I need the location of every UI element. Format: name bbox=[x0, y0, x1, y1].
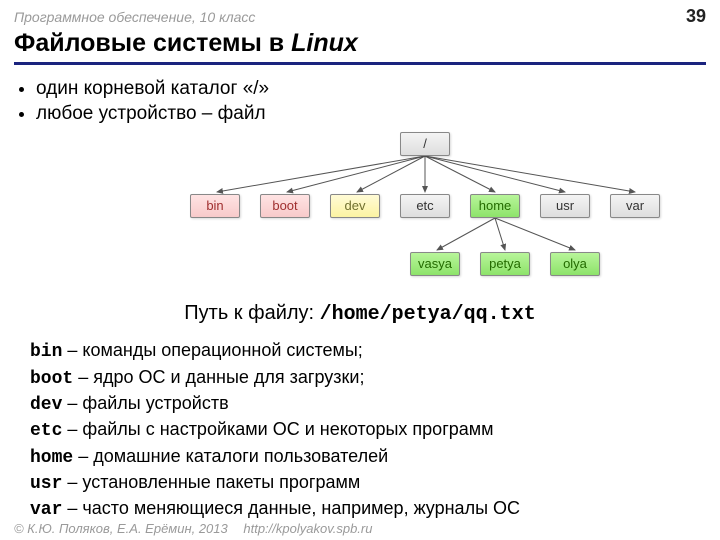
footer-url: http://kpolyakov.spb.ru bbox=[243, 521, 372, 536]
page-number: 39 bbox=[686, 6, 706, 27]
title-underline bbox=[14, 62, 706, 65]
footer: © К.Ю. Поляков, Е.А. Ерёмин, 2013 http:/… bbox=[14, 521, 372, 536]
file-path-line: Путь к файлу: /home/petya/qq.txt bbox=[0, 296, 720, 336]
tree-node: var bbox=[610, 194, 660, 218]
definition-row: dev – файлы устройств bbox=[30, 391, 720, 417]
tree-diagram: / binbootdevetchomeusrvar vasya petya olya bbox=[0, 126, 720, 296]
tree-node: dev bbox=[330, 194, 380, 218]
def-value: – домашние каталоги пользователей bbox=[73, 446, 388, 466]
tree-node: petya bbox=[480, 252, 530, 276]
def-value: – часто меняющиеся данные, например, жур… bbox=[62, 498, 520, 518]
definitions: bin – команды операционной системы;boot … bbox=[0, 336, 720, 522]
title-italic: Linux bbox=[291, 29, 358, 57]
definition-row: usr – установленные пакеты программ bbox=[30, 470, 720, 496]
tree-node: vasya bbox=[410, 252, 460, 276]
def-key: etc bbox=[30, 421, 62, 441]
tree-node: / bbox=[400, 132, 450, 156]
tree-node: olya bbox=[550, 252, 600, 276]
def-key: boot bbox=[30, 369, 73, 389]
definition-row: etc – файлы с настройками ОС и некоторых… bbox=[30, 417, 720, 443]
def-value: – файлы устройств bbox=[62, 393, 228, 413]
def-key: var bbox=[30, 500, 62, 520]
tree-node: boot bbox=[260, 194, 310, 218]
page-title: Файловые системы в Linux bbox=[0, 29, 720, 62]
def-value: – файлы с настройками ОС и некоторых про… bbox=[62, 419, 493, 439]
definition-row: var – часто меняющиеся данные, например,… bbox=[30, 496, 720, 522]
def-key: dev bbox=[30, 395, 62, 415]
definition-row: bin – команды операционной системы; bbox=[30, 338, 720, 364]
title-prefix: Файловые системы в bbox=[14, 29, 291, 57]
def-value: – установленные пакеты программ bbox=[62, 472, 360, 492]
copyright: © К.Ю. Поляков, Е.А. Ерёмин, 2013 bbox=[14, 521, 228, 536]
tree-node: bin bbox=[190, 194, 240, 218]
def-value: – ядро ОС и данные для загрузки; bbox=[73, 367, 364, 387]
path-value: /home/petya/qq.txt bbox=[320, 303, 536, 326]
path-label: Путь к файлу: bbox=[184, 302, 319, 324]
top-header: Программное обеспечение, 10 класс 39 bbox=[0, 0, 720, 29]
course-label: Программное обеспечение, 10 класс bbox=[14, 9, 255, 25]
def-key: home bbox=[30, 448, 73, 468]
bullet-list: один корневой каталог «/» любое устройст… bbox=[0, 73, 720, 126]
def-key: bin bbox=[30, 342, 62, 362]
tree-node: etc bbox=[400, 194, 450, 218]
definition-row: boot – ядро ОС и данные для загрузки; bbox=[30, 365, 720, 391]
definition-row: home – домашние каталоги пользователей bbox=[30, 444, 720, 470]
def-key: usr bbox=[30, 474, 62, 494]
bullet-item: любое устройство – файл bbox=[36, 102, 720, 127]
def-value: – команды операционной системы; bbox=[62, 340, 362, 360]
tree-node: usr bbox=[540, 194, 590, 218]
tree-node: home bbox=[470, 194, 520, 218]
bullet-item: один корневой каталог «/» bbox=[36, 77, 720, 102]
